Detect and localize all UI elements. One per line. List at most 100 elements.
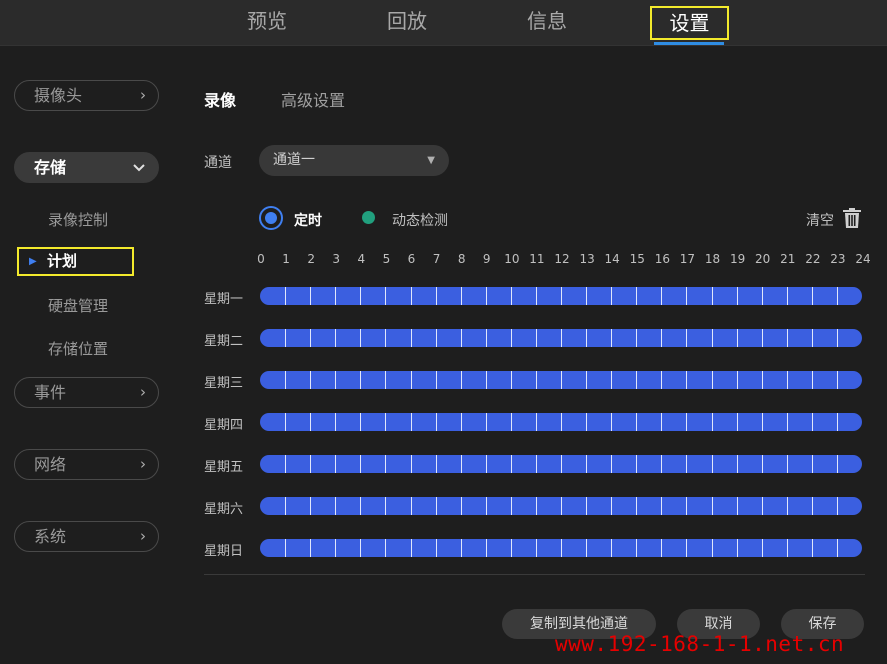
schedule-row-bar[interactable] <box>260 455 862 473</box>
nav-tab-preview[interactable]: 预览 <box>236 6 298 40</box>
day-label: 星期四 <box>204 418 244 433</box>
divider <box>204 574 865 575</box>
hour-label: 14 <box>604 252 620 266</box>
hour-divider <box>686 539 688 557</box>
hour-divider <box>385 413 387 431</box>
hour-label: 15 <box>629 252 645 266</box>
hour-label: 23 <box>830 252 846 266</box>
hour-divider <box>586 539 588 557</box>
chevron-right-icon: › <box>140 86 146 104</box>
hour-divider <box>736 413 738 431</box>
hour-divider <box>686 287 688 305</box>
hour-divider <box>360 371 362 389</box>
sidebar-item-storage[interactable]: 存储 <box>14 152 159 183</box>
hour-label: 5 <box>382 252 391 266</box>
channel-label: 通道 <box>204 155 232 171</box>
sidebar-item-event[interactable]: 事件 › <box>14 377 159 408</box>
hour-divider <box>535 539 537 557</box>
hour-divider <box>360 329 362 347</box>
hour-divider <box>761 539 763 557</box>
hour-divider <box>711 329 713 347</box>
channel-select[interactable]: 通道一 ▼ <box>259 145 449 176</box>
hour-divider <box>460 497 462 515</box>
hour-divider <box>611 455 613 473</box>
hour-divider <box>335 497 337 515</box>
hour-label: 3 <box>332 252 341 266</box>
hour-divider <box>661 455 663 473</box>
hour-divider <box>310 539 312 557</box>
hour-divider <box>711 287 713 305</box>
hour-divider <box>360 539 362 557</box>
schedule-row-bar[interactable] <box>260 329 862 347</box>
sidebar-subitem-record-control[interactable]: 录像控制 <box>48 209 108 230</box>
hour-divider <box>535 371 537 389</box>
sidebar-item-system[interactable]: 系统 › <box>14 521 159 552</box>
hour-divider <box>385 497 387 515</box>
hour-divider <box>510 539 512 557</box>
hour-divider <box>761 497 763 515</box>
subtab-advanced-settings[interactable]: 高级设置 <box>281 87 345 111</box>
schedule-row-bar[interactable] <box>260 539 862 557</box>
hour-divider <box>310 455 312 473</box>
sidebar-subitem-label: 计划 <box>47 252 78 270</box>
timed-mode-radio[interactable] <box>259 206 283 230</box>
schedule-row-bar[interactable] <box>260 413 862 431</box>
hour-divider <box>711 413 713 431</box>
hour-divider <box>786 371 788 389</box>
subtab-record[interactable]: 录像 <box>204 87 236 111</box>
hour-divider <box>510 413 512 431</box>
hour-divider <box>636 455 638 473</box>
trash-icon[interactable] <box>841 207 863 229</box>
nav-tab-playback[interactable]: 回放 <box>376 6 438 40</box>
nav-tab-info[interactable]: 信息 <box>516 6 578 40</box>
schedule-row-bar[interactable] <box>260 371 862 389</box>
hour-label: 24 <box>855 252 871 266</box>
motion-detection-radio[interactable] <box>362 211 375 224</box>
schedule-row-bar[interactable] <box>260 287 862 305</box>
hour-divider <box>636 287 638 305</box>
schedule-row-bar[interactable] <box>260 497 862 515</box>
hour-divider <box>561 497 562 515</box>
chevron-right-icon: › <box>140 455 146 473</box>
sidebar-item-camera[interactable]: 摄像头 › <box>14 80 159 111</box>
nav-tab-settings[interactable]: 设置 <box>650 6 729 40</box>
hour-divider <box>636 413 638 431</box>
hour-divider <box>485 455 487 473</box>
sidebar-subitem-schedule[interactable]: ▶ 计划 <box>17 247 134 276</box>
hour-divider <box>285 455 287 473</box>
hour-divider <box>686 497 688 515</box>
hour-divider <box>460 287 462 305</box>
hour-label: 18 <box>704 252 721 266</box>
hour-label: 2 <box>307 252 315 266</box>
hour-divider <box>661 497 663 515</box>
hour-divider <box>535 329 537 347</box>
hour-divider <box>561 539 562 557</box>
hour-divider <box>736 287 738 305</box>
hour-divider <box>836 371 838 389</box>
hour-divider <box>285 371 287 389</box>
hour-divider <box>460 455 462 473</box>
hour-divider <box>686 329 688 347</box>
hour-divider <box>611 413 613 431</box>
hour-divider <box>410 539 412 557</box>
chevron-right-icon: › <box>140 383 146 401</box>
hour-divider <box>285 329 287 347</box>
clear-label[interactable]: 清空 <box>806 210 834 230</box>
sidebar-item-label: 系统 <box>34 527 67 546</box>
hour-divider <box>561 455 562 473</box>
hour-divider <box>736 539 738 557</box>
watermark-text: www.192-168-1-1.net.cn <box>555 632 845 656</box>
hour-divider <box>561 287 562 305</box>
sidebar-item-network[interactable]: 网络 › <box>14 449 159 480</box>
sidebar-subitem-disk-management[interactable]: 硬盘管理 <box>48 295 108 316</box>
hour-divider <box>510 371 512 389</box>
sidebar-item-label: 事件 <box>34 383 67 402</box>
channel-select-value: 通道一 <box>273 152 315 168</box>
hour-divider <box>836 413 838 431</box>
hour-divider <box>285 539 287 557</box>
hour-divider <box>310 371 312 389</box>
hour-label: 6 <box>407 252 416 266</box>
sidebar-subitem-storage-location[interactable]: 存储位置 <box>48 338 108 359</box>
hour-divider <box>586 497 588 515</box>
hour-divider <box>435 455 437 473</box>
